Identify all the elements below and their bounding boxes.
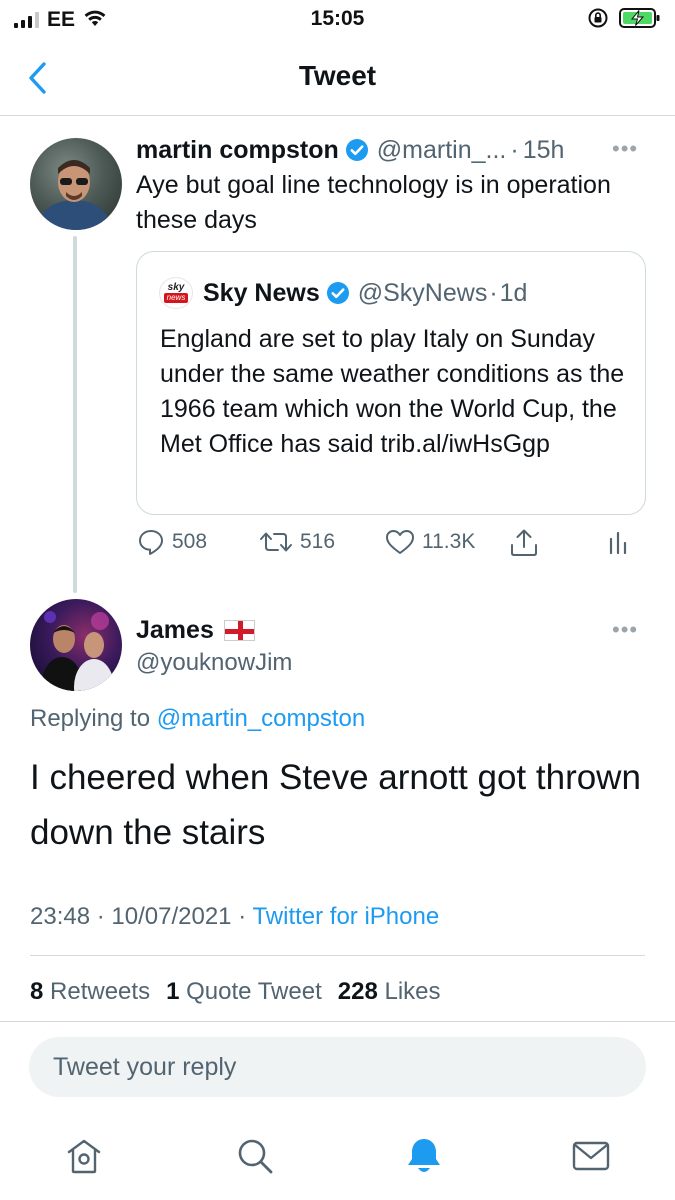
avatar-martin-compston[interactable] [30,138,122,230]
quoted-author-name: Sky News [203,279,320,307]
reply-tweet-text: I cheered when Steve arnott got thrown d… [30,758,641,852]
quote-tweets-stat[interactable]: 1 Quote Tweet [166,976,322,1008]
heart-icon [386,530,414,554]
separator-dot: · [96,903,105,930]
orientation-lock-icon [587,7,609,34]
tweet-time: 23:48 [30,903,91,930]
author-handle[interactable]: @martin_... [377,134,507,166]
verified-badge-icon [326,281,350,305]
search-icon [238,1139,273,1174]
analytics-button[interactable] [606,527,630,557]
quoted-tweet-time: 1d [499,279,528,307]
battery-charging-icon [619,7,661,34]
tweet-meta: 23:48 · 10/07/2021 · Twitter for iPhone [30,901,439,933]
quoted-tweet-card[interactable]: sky news Sky News @SkyNews · 1d England … [136,251,646,515]
profile-photo [38,160,110,230]
retweets-label: Retweets [50,978,151,1005]
retweet-icon [260,532,292,552]
likes-count: 228 [337,978,378,1005]
parent-tweet-header: martin compston @martin_... · 15h [136,134,564,166]
home-icon [67,1139,101,1174]
divider [30,955,645,956]
profile-photo [42,611,114,691]
more-options-icon[interactable]: ••• [612,617,638,643]
logo-text-bottom: news [163,293,189,303]
avatar-james[interactable] [30,599,122,691]
retweet-count: 516 [300,530,336,553]
likes-label: Likes [384,978,441,1005]
reply-button[interactable]: 508 [136,527,207,557]
analytics-icon [609,531,627,555]
replying-to-link[interactable]: @martin_compston [157,705,365,732]
status-right [587,7,661,34]
tab-search[interactable] [231,1132,279,1180]
logo-text-top: sky [167,282,185,293]
reply-author-name[interactable]: James [136,614,214,646]
separator-dot: · [489,279,498,307]
replying-to-line: Replying to @martin_compston [30,703,365,735]
navigation-header: Tweet [0,40,675,116]
reply-count: 508 [172,530,208,553]
like-count: 11.3K [422,530,476,553]
divider [0,1021,675,1022]
tweet-time: 15h [522,136,565,164]
page-title: Tweet [298,60,377,91]
share-button[interactable] [508,527,540,559]
tab-messages[interactable] [567,1132,615,1180]
replying-to-prefix: Replying to [30,705,151,732]
reply-tweet-header: James [136,614,255,646]
quote-tweets-label: Quote Tweet [186,978,322,1005]
reply-author-handle[interactable]: @youknowJim [136,647,292,679]
retweets-count: 8 [30,978,44,1005]
tab-home[interactable] [60,1132,108,1180]
separator-dot: · [238,903,247,930]
retweet-button[interactable]: 516 [258,527,335,557]
separator-dot: · [510,136,519,164]
messages-icon [572,1141,610,1171]
tweet-stats: 8 Retweets 1 Quote Tweet 228 Likes [30,976,441,1008]
tweet-action-bar: 508 516 11.3K [136,527,636,563]
notifications-icon [408,1139,440,1172]
verified-badge-icon [345,138,369,162]
quoted-tweet-header: sky news Sky News @SkyNews · 1d [159,277,527,309]
status-bar: EE 15:05 [0,0,675,40]
likes-stat[interactable]: 228 Likes [338,976,441,1008]
england-flag-icon [223,619,255,641]
tab-notifications[interactable] [400,1132,448,1180]
author-name[interactable]: martin compston [136,134,339,166]
sky-news-logo-icon: sky news [159,277,193,309]
quoted-tweet-text: England are set to play Italy on Sunday … [160,325,625,458]
reply-icon [139,530,163,555]
thread-connector-line [73,236,77,593]
share-icon [511,529,537,556]
reply-input[interactable]: Tweet your reply [29,1037,646,1097]
reply-input-placeholder: Tweet your reply [53,1052,237,1081]
parent-tweet-text: Aye but goal line technology is in opera… [136,171,611,234]
retweets-stat[interactable]: 8 Retweets [30,976,150,1008]
quote-tweets-count: 1 [166,978,180,1005]
tweet-date: 10/07/2021 [111,903,232,930]
quoted-author-handle: @SkyNews [357,279,488,307]
status-time: 15:05 [310,7,365,30]
like-button[interactable]: 11.3K [384,527,475,557]
more-options-icon[interactable]: ••• [612,136,638,162]
tweet-source-link[interactable]: Twitter for iPhone [252,903,439,930]
